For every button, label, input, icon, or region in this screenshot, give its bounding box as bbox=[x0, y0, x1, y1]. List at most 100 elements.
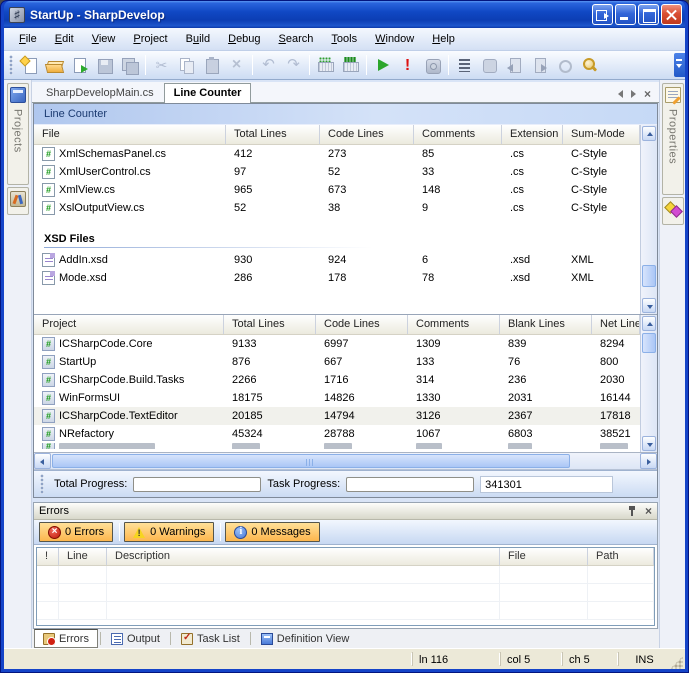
table-row[interactable]: WinFormsUI18175148261330203116144 bbox=[34, 389, 640, 407]
sidebar-tab-properties[interactable]: Properties bbox=[662, 83, 684, 195]
open-file-button[interactable] bbox=[42, 53, 67, 77]
resize-grip[interactable] bbox=[670, 656, 683, 669]
new-file-icon bbox=[21, 57, 38, 74]
menu-item-view[interactable]: View bbox=[83, 30, 125, 48]
search-button[interactable] bbox=[577, 53, 602, 77]
close-panel-icon[interactable]: × bbox=[645, 506, 652, 516]
scroll-right-icon[interactable] bbox=[640, 453, 657, 469]
run-button[interactable] bbox=[370, 53, 395, 77]
pad-tab-label: Task List bbox=[197, 633, 240, 645]
tab-line-counter[interactable]: Line Counter bbox=[164, 83, 252, 103]
table-row[interactable]: ICSharpCode.TextEditor201851479431262367… bbox=[34, 407, 640, 425]
scroll-thumb[interactable] bbox=[642, 333, 656, 353]
projects-table-scrollbar[interactable] bbox=[640, 315, 657, 452]
menu-item-tools[interactable]: Tools bbox=[322, 30, 366, 48]
prev-tab-icon[interactable] bbox=[618, 90, 623, 98]
close-tab-icon[interactable]: × bbox=[644, 89, 651, 99]
menu-item-window[interactable]: Window bbox=[366, 30, 423, 48]
column-header[interactable]: ! bbox=[37, 548, 59, 565]
column-header[interactable]: File bbox=[500, 548, 588, 565]
column-header[interactable]: Extension bbox=[502, 125, 563, 144]
save-as-button[interactable] bbox=[67, 53, 92, 77]
errors-panel-header[interactable]: Errors × bbox=[34, 503, 657, 520]
table-row[interactable]: XmlView.cs965673148.csC-Style bbox=[34, 181, 640, 199]
sidebar-tab-classes[interactable] bbox=[662, 197, 684, 225]
line-counter-header: Line Counter bbox=[34, 104, 657, 125]
abort-build-button[interactable] bbox=[395, 53, 420, 77]
scroll-down-icon[interactable] bbox=[642, 436, 656, 451]
status-insert-mode: INS bbox=[618, 652, 670, 666]
toolbar-grip[interactable] bbox=[9, 55, 14, 75]
table-row[interactable]: XslOutputView.cs52389.csC-Style bbox=[34, 199, 640, 217]
menu-item-edit[interactable]: Edit bbox=[46, 30, 83, 48]
menu-item-project[interactable]: Project bbox=[124, 30, 176, 48]
menu-item-search[interactable]: Search bbox=[270, 30, 323, 48]
table-row[interactable]: XmlSchemasPanel.cs41227385.csC-Style bbox=[34, 145, 640, 163]
menu-item-debug[interactable]: Debug bbox=[219, 30, 269, 48]
errors-filter-button[interactable]: 0 Errors bbox=[39, 522, 113, 542]
abort-build-icon bbox=[399, 57, 416, 74]
status-line: ln 116 bbox=[412, 652, 500, 666]
build-button[interactable] bbox=[313, 53, 338, 77]
table-row[interactable]: Mode.xsd28617878.xsdXML bbox=[34, 269, 640, 287]
sidebar-tab-toolbox[interactable] bbox=[7, 187, 29, 215]
tab-sharpdevelopmain[interactable]: SharpDevelopMain.cs bbox=[36, 83, 164, 102]
pad-tab-output[interactable]: Output bbox=[103, 629, 168, 648]
scroll-thumb[interactable] bbox=[52, 454, 570, 468]
scroll-up-icon[interactable] bbox=[642, 126, 656, 141]
messages-filter-button[interactable]: 0 Messages bbox=[225, 522, 319, 542]
float-window-button[interactable] bbox=[592, 4, 613, 25]
column-header[interactable]: Description bbox=[107, 548, 500, 565]
scroll-left-icon[interactable] bbox=[34, 453, 51, 469]
column-header[interactable]: Project bbox=[34, 315, 224, 334]
scroll-up-icon[interactable] bbox=[642, 316, 656, 331]
clear-bookmarks-icon bbox=[556, 57, 573, 74]
rebuild-button[interactable] bbox=[338, 53, 363, 77]
column-header[interactable]: Path bbox=[588, 548, 654, 565]
line-list-button[interactable] bbox=[452, 53, 477, 77]
new-file-button[interactable] bbox=[17, 53, 42, 77]
table-row[interactable]: ICSharpCode.Build.Tasks22661716314236203… bbox=[34, 371, 640, 389]
menu-item-help[interactable]: Help bbox=[423, 30, 464, 48]
progress-toolbar-grip[interactable] bbox=[40, 474, 45, 494]
title-bar[interactable]: ♯ StartUp - SharpDevelop bbox=[4, 1, 685, 28]
column-header[interactable]: Comments bbox=[408, 315, 500, 334]
column-header[interactable]: Blank Lines bbox=[500, 315, 592, 334]
column-header[interactable]: Code Lines bbox=[316, 315, 408, 334]
close-button[interactable] bbox=[661, 4, 682, 25]
next-bookmark-button bbox=[527, 53, 552, 77]
rebuild-icon bbox=[342, 57, 359, 74]
files-table-scrollbar[interactable] bbox=[640, 125, 657, 314]
window-title: StartUp - SharpDevelop bbox=[30, 8, 590, 22]
column-header[interactable]: Net Lines bbox=[592, 315, 640, 334]
sidebar-tab-projects[interactable]: Projects bbox=[7, 83, 29, 185]
next-tab-icon[interactable] bbox=[631, 90, 636, 98]
column-header[interactable]: Total Lines bbox=[226, 125, 320, 144]
toolbar-overflow-icon[interactable] bbox=[674, 53, 685, 77]
table-row[interactable]: ICSharpCode.Core9133699713098398294 bbox=[34, 335, 640, 353]
maximize-button[interactable] bbox=[638, 4, 659, 25]
column-header[interactable]: Line bbox=[59, 548, 107, 565]
scroll-down-icon[interactable] bbox=[642, 298, 656, 313]
minimize-button[interactable] bbox=[615, 4, 636, 25]
table-row[interactable]: StartUp87666713376800 bbox=[34, 353, 640, 371]
menu-item-build[interactable]: Build bbox=[177, 30, 219, 48]
menu-item-file[interactable]: File bbox=[10, 30, 46, 48]
output-tab-icon bbox=[111, 633, 123, 645]
column-header[interactable]: Total Lines bbox=[224, 315, 316, 334]
column-header[interactable]: Comments bbox=[414, 125, 502, 144]
table-row[interactable]: AddIn.xsd9309246.xsdXML bbox=[34, 251, 640, 269]
warnings-filter-button[interactable]: 0 Warnings bbox=[124, 522, 214, 542]
column-header[interactable]: Sum-Mode bbox=[563, 125, 640, 144]
table-row[interactable]: NRefactory45324287881067680338521 bbox=[34, 425, 640, 443]
pad-tab-errors[interactable]: Errors bbox=[34, 629, 98, 648]
line-counter-panel: Line Counter FileTotal LinesCode LinesCo… bbox=[33, 103, 658, 498]
column-header[interactable]: File bbox=[34, 125, 226, 144]
pad-tab-task-list[interactable]: Task List bbox=[173, 629, 248, 648]
horizontal-scrollbar[interactable] bbox=[34, 453, 657, 470]
pad-tab-definition-view[interactable]: Definition View bbox=[253, 629, 358, 648]
column-header[interactable]: Code Lines bbox=[320, 125, 414, 144]
pin-icon[interactable] bbox=[627, 506, 637, 516]
scroll-thumb[interactable] bbox=[642, 265, 656, 287]
table-row[interactable]: XmlUserControl.cs975233.csC-Style bbox=[34, 163, 640, 181]
